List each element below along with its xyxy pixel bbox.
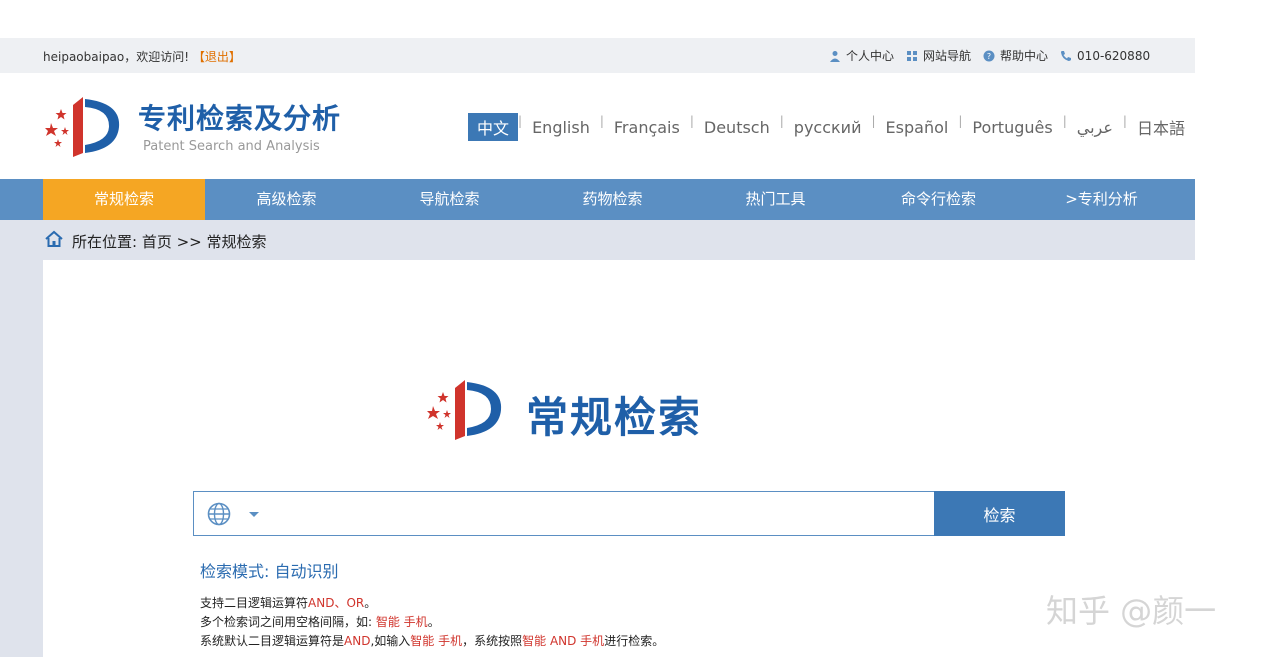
site-nav-link[interactable]: 网站导航	[906, 47, 971, 64]
lang-separator: |	[599, 114, 604, 128]
hero-logo-icon	[427, 380, 502, 440]
tip-text: 支持二目逻辑运算符	[200, 596, 309, 610]
tip-keyword: 智能 手机	[410, 634, 463, 648]
search-mode-value: 自动识别	[274, 562, 339, 581]
nav-hot-tools[interactable]: 热门工具	[694, 179, 857, 220]
tip-text: 。	[364, 596, 377, 610]
lang-chinese[interactable]: 中文	[468, 113, 519, 141]
lang-french[interactable]: Français	[604, 118, 690, 137]
search-tips: 支持二目逻辑运算符AND、OR。 多个检索词之间用空格间隔，如: 智能 手机。 …	[200, 594, 664, 651]
grid-icon	[907, 50, 918, 61]
tip-line: 支持二目逻辑运算符AND、OR。	[200, 594, 664, 613]
search-mode: 检索模式: 自动识别	[200, 558, 339, 582]
site-subtitle: Patent Search and Analysis	[143, 139, 320, 154]
tip-text: 多个检索词之间用空格间隔，如:	[200, 615, 376, 629]
tip-line: 系统默认二目逻辑运算符是AND,如输入智能 手机，系统按照智能 AND 手机进行…	[200, 632, 664, 651]
logout-link[interactable]: 【退出】	[193, 50, 241, 64]
search-box: 检索	[193, 491, 1065, 536]
lang-separator: |	[958, 114, 963, 128]
tip-line: 多个检索词之间用空格间隔，如: 智能 手机。	[200, 613, 664, 632]
lang-japanese[interactable]: 日本語	[1127, 115, 1195, 139]
lang-german[interactable]: Deutsch	[694, 118, 780, 137]
site-title: 专利检索及分析	[138, 102, 342, 135]
watermark: 知乎 @颜一	[1046, 592, 1217, 630]
help-icon: ?	[983, 50, 995, 61]
language-switcher: 中文 | English | Français | Deutsch | русс…	[468, 113, 1195, 141]
greeting: heipaobaipao，欢迎访问! 【退出】	[43, 48, 241, 65]
phone-link[interactable]: 010-620880	[1060, 47, 1150, 64]
main-content: 常规检索 检索 检索模式: 自动识别 支持二目逻辑运算符AND、OR。 多个检索…	[43, 260, 1195, 657]
personal-center-label: 个人中心	[846, 49, 895, 63]
lang-english[interactable]: English	[522, 118, 600, 137]
search-button[interactable]: 检索	[934, 491, 1065, 536]
tip-keyword: 智能 AND 手机	[522, 634, 605, 648]
logo-mark-icon	[45, 97, 120, 157]
lang-separator: |	[871, 114, 876, 128]
phone-icon	[1061, 50, 1072, 61]
lang-portuguese[interactable]: Português	[962, 118, 1062, 137]
nav-patent-analysis[interactable]: >专利分析	[1020, 179, 1183, 220]
lang-separator: |	[518, 114, 523, 128]
svg-text:?: ?	[987, 52, 991, 61]
lang-russian[interactable]: русский	[784, 118, 872, 137]
nav-command-search[interactable]: 命令行检索	[857, 179, 1020, 220]
top-links: 个人中心 网站导航 ? 帮助中心 010-620880	[829, 47, 1150, 64]
user-icon	[830, 50, 840, 62]
tip-text: 系统默认二目逻辑运算符是	[200, 634, 345, 648]
tip-keyword: AND、OR	[308, 596, 365, 610]
personal-center-link[interactable]: 个人中心	[829, 47, 894, 64]
lang-separator: |	[1122, 114, 1127, 128]
hero-title: 常规检索	[526, 393, 703, 442]
nav-drug-search[interactable]: 药物检索	[531, 179, 694, 220]
home-icon[interactable]	[44, 230, 64, 248]
header: 专利检索及分析 Patent Search and Analysis 中文 | …	[0, 73, 1195, 179]
globe-icon[interactable]	[207, 502, 231, 526]
site-nav-label: 网站导航	[923, 49, 972, 63]
lang-arabic[interactable]: عربي	[1067, 118, 1123, 137]
site-logo[interactable]: 专利检索及分析 Patent Search and Analysis	[45, 95, 355, 157]
nav-navigation-search[interactable]: 导航检索	[368, 179, 531, 220]
chevron-down-icon[interactable]	[249, 512, 259, 517]
lang-separator: |	[1062, 114, 1067, 128]
help-center-label: 帮助中心	[1000, 49, 1049, 63]
tip-text: ，系统按照	[462, 634, 523, 648]
tip-text: ,如输入	[370, 634, 411, 648]
main-nav: 常规检索 高级检索 导航检索 药物检索 热门工具 命令行检索 >专利分析	[0, 179, 1195, 220]
page: heipaobaipao，欢迎访问! 【退出】 个人中心 网站导航 ? 帮助中心	[0, 0, 1279, 657]
lang-separator: |	[779, 114, 784, 128]
greeting-text: heipaobaipao，欢迎访问!	[43, 50, 190, 64]
breadcrumb-text: 所在位置: 首页 >> 常规检索	[72, 233, 267, 251]
tip-text: 。	[427, 615, 440, 629]
lang-separator: |	[689, 114, 694, 128]
phone-label: 010-620880	[1077, 48, 1151, 63]
top-bar: heipaobaipao，欢迎访问! 【退出】 个人中心 网站导航 ? 帮助中心	[0, 38, 1195, 73]
search-input[interactable]	[274, 494, 924, 533]
breadcrumb: 所在位置: 首页 >> 常规检索	[0, 220, 1195, 260]
tip-keyword: AND	[344, 634, 371, 648]
nav-general-search[interactable]: 常规检索	[43, 179, 205, 220]
browser-frame: heipaobaipao，欢迎访问! 【退出】 个人中心 网站导航 ? 帮助中心	[0, 38, 1195, 657]
search-mode-label: 检索模式:	[200, 562, 270, 581]
tip-text: 进行检索。	[604, 634, 665, 648]
help-center-link[interactable]: ? 帮助中心	[983, 47, 1048, 64]
nav-advanced-search[interactable]: 高级检索	[205, 179, 368, 220]
tip-keyword: 智能 手机	[375, 615, 428, 629]
lang-spanish[interactable]: Español	[876, 118, 959, 137]
